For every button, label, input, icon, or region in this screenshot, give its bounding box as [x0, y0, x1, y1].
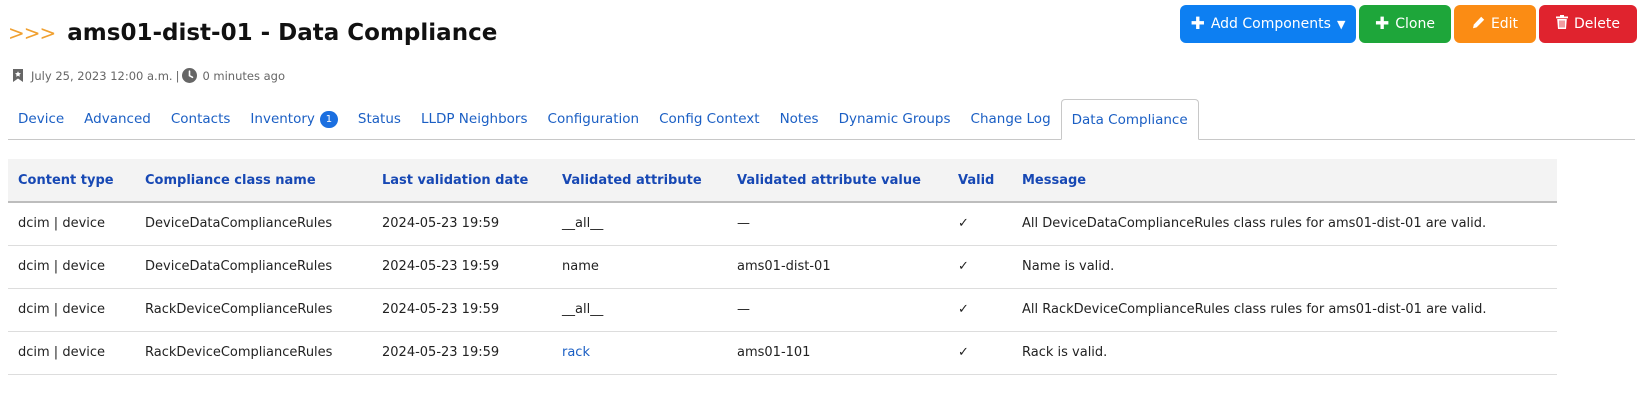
cell-content-type: dcim | device [8, 288, 135, 332]
data-compliance-table: Content type Compliance class name Last … [8, 159, 1557, 375]
column-header-validated-attribute[interactable]: Validated attribute [552, 159, 727, 203]
plus-icon: ✚ [1375, 13, 1390, 34]
cell-content-type: dcim | device [8, 331, 135, 375]
table-header-row: Content type Compliance class name Last … [8, 159, 1557, 203]
tab-label: Status [357, 111, 401, 127]
inventory-count-badge: 1 [319, 110, 338, 128]
cell-last-validation-date: 2024-05-23 19:59 [372, 202, 552, 246]
cell-validated-attribute: __all__ [552, 288, 727, 332]
tab-label: Notes [779, 111, 819, 127]
plus-icon: ✚ [1190, 13, 1205, 34]
tab-label: Config Context [659, 111, 760, 127]
tab-configuration[interactable]: Configuration [538, 99, 650, 139]
column-header-compliance-class-name[interactable]: Compliance class name [135, 159, 372, 203]
column-header-valid[interactable]: Valid [948, 159, 1012, 203]
clock-icon [182, 68, 198, 83]
meta-separator: | [175, 68, 180, 83]
tab-config-context[interactable]: Config Context [649, 99, 770, 139]
column-header-validated-attribute-value[interactable]: Validated attribute value [727, 159, 948, 203]
caret-down-icon: ▼ [1336, 17, 1346, 31]
cell-validated-attribute-value: ams01-101 [727, 331, 948, 375]
column-header-last-validation-date[interactable]: Last validation date [372, 159, 552, 203]
tab-change-log[interactable]: Change Log [961, 99, 1061, 139]
cell-message: Rack is valid. [1012, 331, 1557, 375]
clone-button[interactable]: ✚ Clone [1359, 5, 1451, 43]
tab-label: Contacts [170, 111, 231, 127]
tab-notes[interactable]: Notes [770, 99, 829, 139]
cell-validated-attribute: __all__ [552, 202, 727, 246]
tab-label: LLDP Neighbors [420, 111, 528, 127]
add-components-label: Add Components [1210, 16, 1331, 32]
edit-button[interactable]: Edit [1454, 5, 1536, 43]
rack-attribute-link[interactable]: rack [562, 345, 590, 360]
edit-label: Edit [1490, 16, 1519, 32]
object-tabs: Device Advanced Contacts Inventory 1 Stat… [8, 99, 1635, 140]
pencil-icon [1472, 16, 1485, 33]
tab-label: Device [18, 111, 65, 127]
page-header: >>> ams01-dist-01 - Data Compliance [8, 20, 497, 46]
cell-valid-check-icon: ✓ [948, 288, 1012, 332]
created-timestamp: July 25, 2023 12:00 a.m. [31, 68, 173, 83]
bookmark-icon [12, 69, 24, 82]
column-header-message[interactable]: Message [1012, 159, 1557, 203]
object-meta: July 25, 2023 12:00 a.m. | 0 minutes ago [12, 68, 285, 83]
cell-validated-attribute-value: — [727, 288, 948, 332]
cell-validated-attribute-value: — [727, 202, 948, 246]
tab-dynamic-groups[interactable]: Dynamic Groups [829, 99, 961, 139]
cell-validated-attribute: name [552, 245, 727, 289]
tab-lldp-neighbors[interactable]: LLDP Neighbors [411, 99, 538, 139]
cell-message: Name is valid. [1012, 245, 1557, 289]
delete-button[interactable]: Delete [1539, 5, 1637, 43]
page-title: ams01-dist-01 - Data Compliance [67, 20, 498, 46]
cell-valid-check-icon: ✓ [948, 245, 1012, 289]
tab-contacts[interactable]: Contacts [161, 99, 241, 139]
cell-compliance-class-name: DeviceDataComplianceRules [135, 202, 372, 246]
delete-label: Delete [1574, 16, 1620, 32]
cell-last-validation-date: 2024-05-23 19:59 [372, 245, 552, 289]
cell-content-type: dcim | device [8, 245, 135, 289]
cell-message: All RackDeviceComplianceRules class rule… [1012, 288, 1557, 332]
tab-inventory[interactable]: Inventory 1 [240, 99, 347, 139]
tab-advanced[interactable]: Advanced [74, 99, 161, 139]
trash-icon [1556, 15, 1568, 33]
cell-last-validation-date: 2024-05-23 19:59 [372, 331, 552, 375]
cell-last-validation-date: 2024-05-23 19:59 [372, 288, 552, 332]
cell-validated-attribute-value: ams01-dist-01 [727, 245, 948, 289]
cell-valid-check-icon: ✓ [948, 331, 1012, 375]
add-components-button[interactable]: ✚ Add Components ▼ [1180, 5, 1356, 43]
table-row: dcim | device DeviceDataComplianceRules … [8, 245, 1557, 289]
cell-compliance-class-name: DeviceDataComplianceRules [135, 245, 372, 289]
breadcrumb-chevron: >>> [8, 21, 56, 45]
table-row: dcim | device DeviceDataComplianceRules … [8, 202, 1557, 246]
table-row: dcim | device RackDeviceComplianceRules … [8, 288, 1557, 332]
cell-valid-check-icon: ✓ [948, 202, 1012, 246]
tab-label: Dynamic Groups [838, 111, 951, 127]
tab-data-compliance[interactable]: Data Compliance [1060, 99, 1199, 140]
clone-label: Clone [1395, 16, 1435, 32]
tab-label: Data Compliance [1071, 111, 1188, 128]
tab-label: Inventory [250, 111, 315, 127]
table-row: dcim | device RackDeviceComplianceRules … [8, 331, 1557, 375]
tab-device[interactable]: Device [8, 99, 74, 139]
tab-label: Configuration [547, 111, 640, 127]
tab-label: Advanced [84, 111, 151, 127]
cell-validated-attribute: rack [552, 331, 727, 375]
tab-status[interactable]: Status [348, 99, 411, 139]
tab-label: Change Log [970, 111, 1051, 127]
cell-message: All DeviceDataComplianceRules class rule… [1012, 202, 1557, 246]
column-header-content-type[interactable]: Content type [8, 159, 135, 203]
updated-relative-time: 0 minutes ago [202, 68, 285, 83]
cell-content-type: dcim | device [8, 202, 135, 246]
cell-compliance-class-name: RackDeviceComplianceRules [135, 331, 372, 375]
cell-compliance-class-name: RackDeviceComplianceRules [135, 288, 372, 332]
action-buttons: ✚ Add Components ▼ ✚ Clone Edit Delete [1180, 5, 1637, 43]
